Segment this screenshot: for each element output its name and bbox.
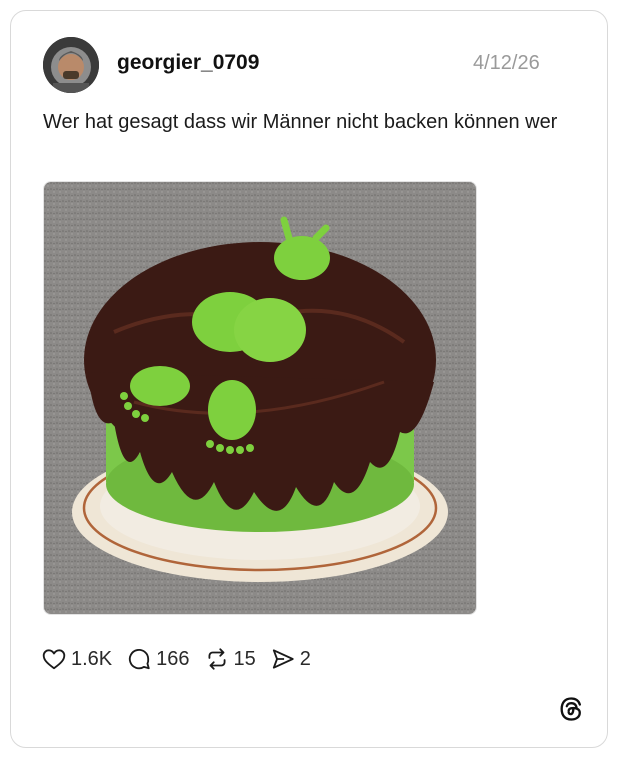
share-button[interactable]: 2	[270, 646, 311, 672]
comment-count: 166	[156, 647, 190, 670]
avatar[interactable]	[43, 37, 99, 93]
repost-button[interactable]: 15	[204, 646, 256, 672]
threads-logo-icon[interactable]	[557, 695, 585, 723]
comment-button[interactable]: 166	[126, 646, 190, 672]
heart-icon	[42, 649, 66, 670]
post-card: georgier_0709 4/12/26 Wer hat gesagt das…	[10, 10, 608, 748]
repost-count: 15	[233, 647, 256, 670]
send-icon	[272, 649, 294, 669]
post-timestamp: 4/12/26	[473, 52, 540, 74]
post-image[interactable]	[43, 181, 477, 615]
username[interactable]: georgier_0709	[117, 51, 259, 75]
comment-bubble-icon	[129, 648, 150, 670]
like-count: 1.6K	[71, 647, 113, 670]
like-button[interactable]: 1.6K	[41, 646, 112, 672]
share-count: 2	[299, 647, 311, 670]
cake-photo	[44, 182, 476, 614]
action-bar: 1.6K 166 15 2	[41, 645, 325, 673]
avatar-image	[43, 37, 99, 93]
repost-icon	[208, 648, 226, 670]
post-text: Wer hat gesagt dass wir Männer nicht bac…	[43, 111, 558, 133]
